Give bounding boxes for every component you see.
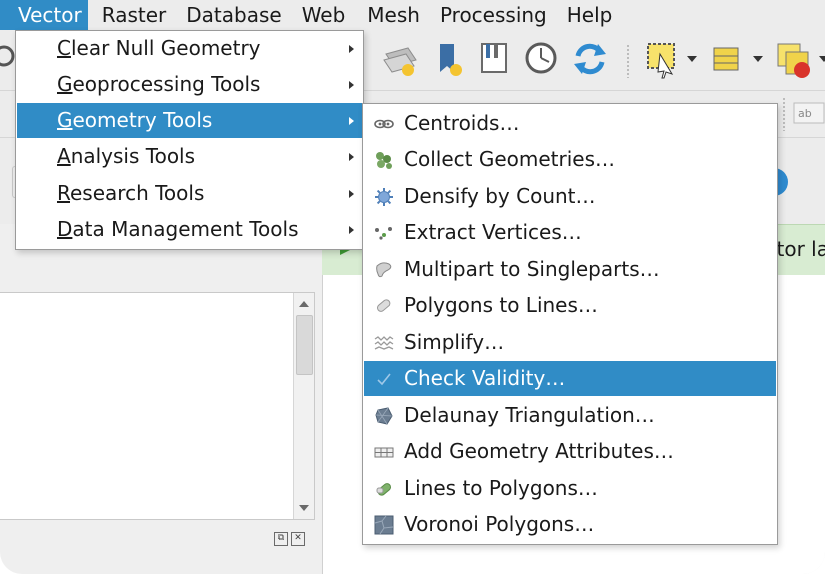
- deselect-icon[interactable]: [774, 40, 814, 80]
- voronoi-icon: [374, 515, 394, 535]
- check-validity-icon: [377, 373, 391, 386]
- vector-menu-item-geometry-tools[interactable]: Geometry Tools: [17, 103, 362, 138]
- delaunay-icon: [375, 407, 393, 425]
- menu-processing-label: Processing: [439, 3, 547, 27]
- menu-database-label: Database: [186, 3, 282, 27]
- toolbar-separator: [782, 97, 786, 131]
- submenu-arrow-icon: [349, 226, 354, 234]
- menu-help[interactable]: Help: [557, 0, 623, 30]
- panel-controls: ⧉ ✕: [274, 532, 305, 546]
- submenu-arrow-icon: [349, 153, 354, 161]
- scroll-up-arrow-icon[interactable]: [299, 301, 309, 307]
- menu-mesh-label: Mesh: [367, 3, 420, 27]
- temporal-controller-icon[interactable]: [524, 40, 560, 78]
- geometry-menu-item-label: Check Validity…: [404, 366, 566, 390]
- attribute-table-icon[interactable]: [710, 42, 746, 78]
- geometry-menu-item-label: Voronoi Polygons…: [404, 512, 595, 536]
- geometry-menu-item-densify[interactable]: Densify by Count…: [364, 179, 776, 214]
- vector-menu-item[interactable]: Research Tools: [17, 176, 362, 211]
- geometry-menu-item-simplify[interactable]: Simplify…: [364, 325, 776, 360]
- submenu-arrow-icon: [349, 81, 354, 89]
- lines-to-polygons-icon: [376, 483, 392, 496]
- centroids-icon: [374, 119, 394, 129]
- dropdown-arrow-icon[interactable]: [686, 54, 698, 64]
- menu-raster-label: Raster: [101, 3, 167, 27]
- polygons-to-lines-icon: [376, 299, 391, 312]
- geometry-menu-item-check-validity[interactable]: Check Validity…: [364, 361, 776, 396]
- vector-menu-item-label: Research Tools: [57, 181, 205, 205]
- geometry-menu-item-extract-vertices[interactable]: Extract Vertices…: [364, 215, 776, 250]
- geometry-menu-item-lines-to-polygons[interactable]: Lines to Polygons…: [364, 471, 776, 506]
- menu-vector-label: Vector: [18, 3, 82, 27]
- geometry-menu-item-label: Delaunay Triangulation…: [404, 403, 655, 427]
- float-panel-icon[interactable]: ⧉: [274, 532, 288, 546]
- densify-icon: [375, 188, 393, 206]
- tile-layer-icon[interactable]: [380, 42, 420, 78]
- show-bookmarks-icon[interactable]: [478, 40, 512, 78]
- bookmark-new-icon[interactable]: [436, 40, 464, 80]
- vector-menu-item-label: Geometry Tools: [57, 108, 213, 132]
- vector-menu: Clear Null Geometry Geoprocessing Tools …: [15, 30, 364, 250]
- dropdown-arrow-icon[interactable]: [752, 54, 764, 64]
- geometry-menu-item-label: Polygons to Lines…: [404, 293, 598, 317]
- vector-menu-item-label: Clear Null Geometry: [57, 36, 261, 60]
- multipart-icon: [376, 262, 392, 278]
- scroll-down-arrow-icon[interactable]: [299, 505, 309, 511]
- geometry-menu-item-add-geometry-attributes[interactable]: Add Geometry Attributes…: [364, 434, 776, 469]
- geometry-menu-item-multipart[interactable]: Multipart to Singleparts…: [364, 252, 776, 287]
- extract-vertices-icon: [375, 227, 392, 240]
- geometry-menu-item-label: Centroids…: [404, 111, 520, 135]
- menu-help-label: Help: [566, 3, 613, 27]
- vector-menu-item-label: Analysis Tools: [57, 144, 196, 168]
- geometry-menu-item-label: Densify by Count…: [404, 184, 596, 208]
- menu-bar: Vector Raster Database Web Mesh Processi…: [0, 0, 825, 30]
- svg-text:ab: ab: [798, 107, 812, 120]
- geometry-menu-item-label: Collect Geometries…: [404, 147, 615, 171]
- close-panel-icon[interactable]: ✕: [291, 532, 305, 546]
- menu-mesh[interactable]: Mesh: [357, 0, 430, 30]
- geometry-menu-item-voronoi[interactable]: Voronoi Polygons…: [364, 507, 776, 542]
- submenu-arrow-icon: [349, 45, 354, 53]
- vector-menu-item-label: Data Management Tools: [57, 217, 299, 241]
- menu-database[interactable]: Database: [176, 0, 291, 30]
- simplify-icon: [374, 336, 394, 350]
- collect-geometries-icon: [376, 152, 392, 169]
- vector-menu-item-label: Geoprocessing Tools: [57, 72, 261, 96]
- menu-raster[interactable]: Raster: [92, 0, 177, 30]
- geometry-menu-item-label: Lines to Polygons…: [404, 476, 598, 500]
- menu-web[interactable]: Web: [292, 0, 356, 30]
- vector-menu-item[interactable]: Geoprocessing Tools: [17, 67, 362, 102]
- geometry-menu-item-label: Simplify…: [404, 330, 505, 354]
- scroll-thumb[interactable]: [296, 315, 313, 375]
- message-bar-text: tor la: [776, 237, 825, 261]
- geometry-menu-item-label: Multipart to Singleparts…: [404, 257, 660, 281]
- submenu-arrow-icon: [349, 190, 354, 198]
- submenu-arrow-icon: [349, 117, 354, 125]
- vector-menu-item[interactable]: Data Management Tools: [17, 212, 362, 247]
- vector-menu-item[interactable]: Clear Null Geometry: [17, 31, 362, 66]
- layers-panel[interactable]: [0, 292, 315, 520]
- menu-web-label: Web: [301, 3, 346, 27]
- select-features-icon[interactable]: [644, 40, 678, 80]
- toolbar-separator: [626, 44, 630, 78]
- menu-vector[interactable]: Vector: [0, 0, 88, 30]
- geometry-menu-item-label: Extract Vertices…: [404, 220, 582, 244]
- refresh-icon[interactable]: [572, 40, 608, 78]
- geometry-tools-menu: Centroids… Collect Geometries… Densify b…: [362, 103, 778, 545]
- vertical-scrollbar[interactable]: [293, 293, 314, 519]
- qgis-window: Vector Raster Database Web Mesh Processi…: [0, 0, 825, 574]
- geometry-menu-item-polygons-to-lines[interactable]: Polygons to Lines…: [364, 288, 776, 323]
- menu-processing[interactable]: Processing: [430, 0, 557, 30]
- geometry-menu-item-centroids[interactable]: Centroids…: [364, 106, 776, 141]
- add-geometry-attributes-icon: [374, 447, 394, 458]
- vector-menu-item[interactable]: Analysis Tools: [17, 139, 362, 174]
- geometry-menu-item-delaunay[interactable]: Delaunay Triangulation…: [364, 398, 776, 433]
- dropdown-arrow-icon[interactable]: [818, 54, 825, 64]
- geometry-menu-item-collect-geometries[interactable]: Collect Geometries…: [364, 142, 776, 177]
- geometry-menu-item-label: Add Geometry Attributes…: [404, 439, 674, 463]
- label-tool-icon[interactable]: ab: [792, 99, 825, 127]
